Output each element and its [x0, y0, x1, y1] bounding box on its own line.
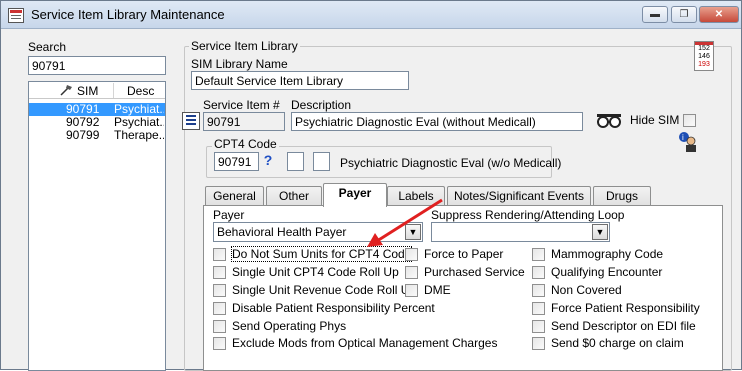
cpt4-description: Psychiatric Diagnostic Eval (w/o Medical…	[340, 156, 562, 170]
title-bar[interactable]: Service Item Library Maintenance ▬ ❐ ✕	[1, 1, 741, 29]
chevron-down-icon[interactable]: ▼	[592, 224, 608, 240]
list-item[interactable]: 90799 Therape...	[29, 129, 165, 142]
minimize-button[interactable]: ▬	[642, 6, 668, 23]
list-header: SIM Desc	[29, 82, 165, 99]
cpt4-code-field[interactable]: 90791	[214, 152, 259, 171]
chevron-down-icon[interactable]: ▼	[405, 224, 421, 240]
restore-button[interactable]: ❐	[671, 6, 697, 23]
column-separator	[113, 83, 114, 98]
library-group-label: Service Item Library	[189, 39, 300, 53]
svg-text:i: i	[682, 133, 684, 142]
payer-label: Payer	[213, 208, 245, 222]
sim-list[interactable]: SIM Desc 90791 Psychiat... 90792 Psychia…	[28, 81, 166, 371]
tab-drugs[interactable]: Drugs	[593, 186, 651, 206]
search-input[interactable]: 90791	[28, 56, 166, 75]
tab-notes[interactable]: Notes/Significant Events	[447, 186, 591, 206]
description-field[interactable]: Psychiatric Diagnostic Eval (without Med…	[291, 112, 583, 131]
cpt4-label: CPT4 Code	[212, 137, 279, 151]
glasses-icon[interactable]	[595, 111, 623, 131]
hide-sim-label: Hide SIM	[630, 113, 680, 127]
tab-payer[interactable]: Payer	[323, 183, 387, 207]
service-item-number-label: Service Item #	[203, 98, 280, 112]
tab-other[interactable]: Other	[266, 186, 322, 206]
tab-labels[interactable]: Labels	[387, 186, 445, 206]
description-label: Description	[291, 98, 352, 112]
suppress-dropdown[interactable]: ▼	[431, 222, 610, 242]
tab-general[interactable]: General	[205, 186, 264, 206]
service-item-number-field: 90791	[203, 112, 285, 131]
app-icon	[8, 8, 24, 23]
modifier-field-2[interactable]	[313, 152, 330, 171]
sort-icon	[60, 85, 72, 96]
calendar-icon[interactable]: 152 146 193	[694, 41, 714, 71]
column-desc[interactable]: Desc	[127, 84, 154, 98]
library-name-label: SIM Library Name	[191, 57, 288, 71]
column-sim[interactable]: SIM	[77, 84, 98, 98]
person-info-icon[interactable]: i	[677, 131, 699, 153]
library-name-field[interactable]: Default Service Item Library	[191, 71, 409, 90]
modifier-field-1[interactable]	[287, 152, 304, 171]
app-window: Service Item Library Maintenance ▬ ❐ ✕ S…	[0, 0, 742, 371]
search-label: Search	[28, 40, 67, 54]
cpt4-help-icon[interactable]: ?	[261, 152, 275, 170]
payer-dropdown[interactable]: Behavioral Health Payer ▼	[213, 222, 423, 242]
suppress-label: Suppress Rendering/Attending Loop	[431, 208, 625, 222]
close-button[interactable]: ✕	[699, 6, 739, 23]
window-title: Service Item Library Maintenance	[31, 7, 225, 22]
